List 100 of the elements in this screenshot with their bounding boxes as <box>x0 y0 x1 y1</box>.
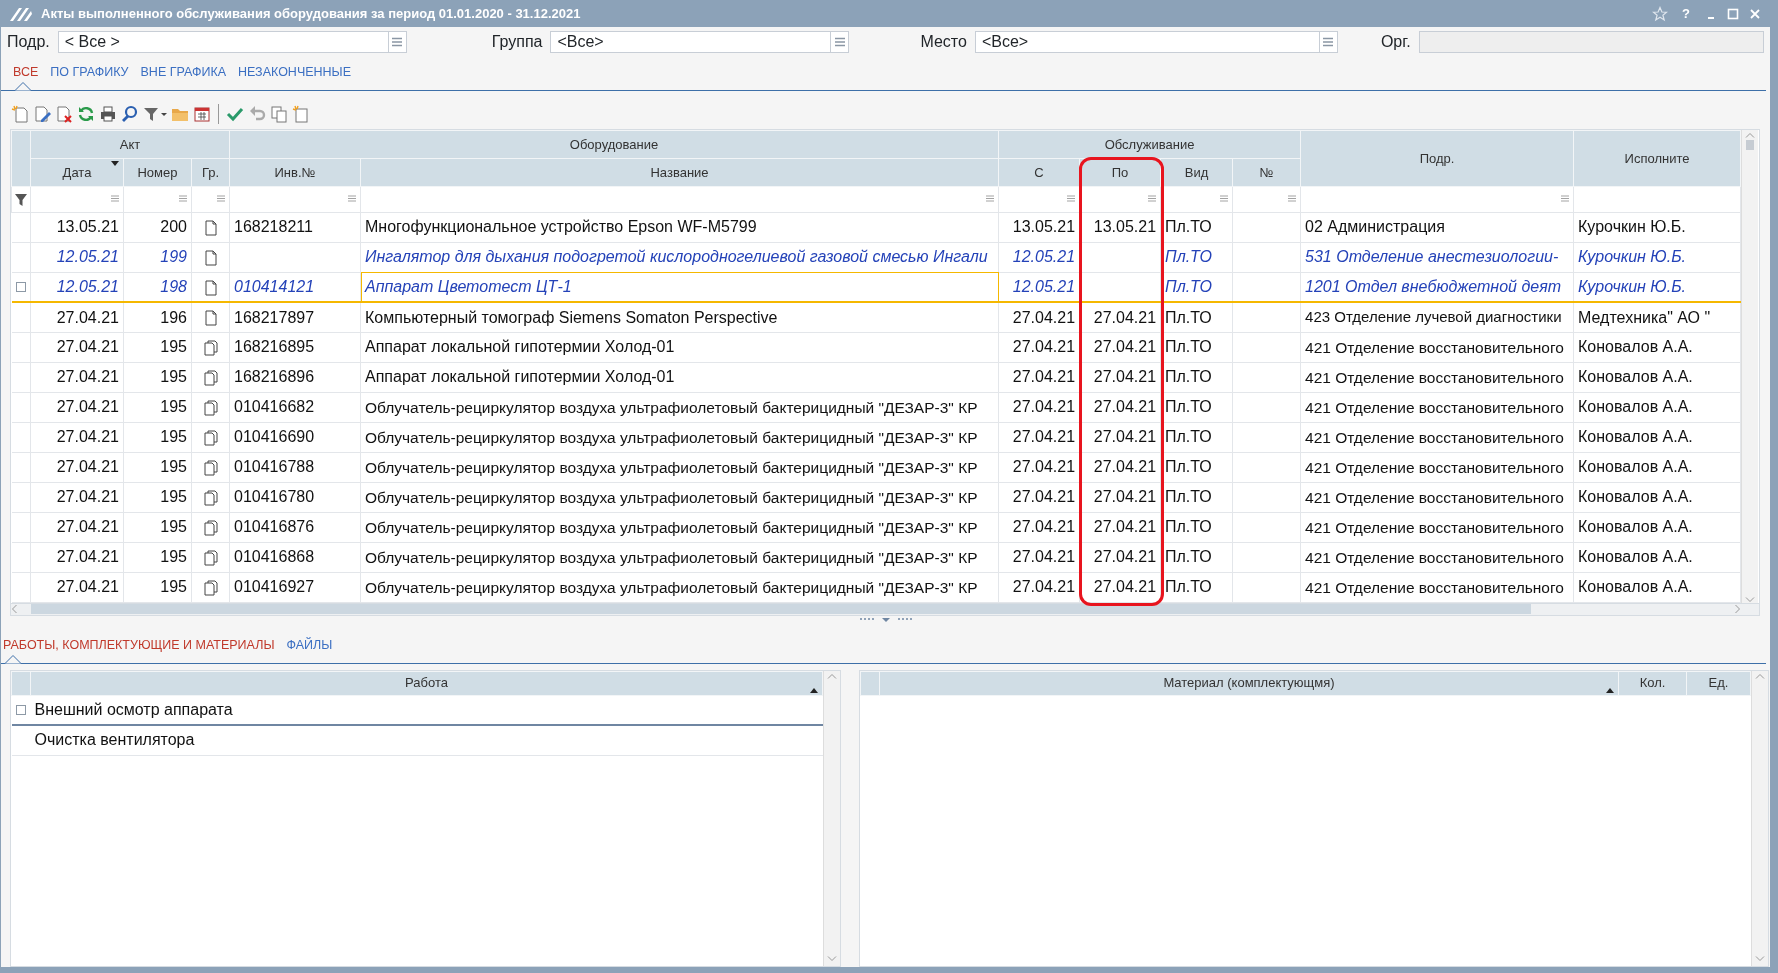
scroll-down-icon[interactable] <box>1745 596 1756 603</box>
filter-icon[interactable] <box>15 194 27 206</box>
tab[interactable]: ВНЕ ГРАФИКА <box>140 61 226 90</box>
edit-document-icon[interactable] <box>33 104 51 123</box>
column-menu-icon[interactable] <box>111 194 119 202</box>
tab[interactable]: ВСЕ <box>13 61 39 90</box>
calendar-icon[interactable] <box>193 104 211 123</box>
column-group-header: Обслуживание <box>998 130 1301 159</box>
close-icon[interactable] <box>1748 6 1762 21</box>
table-cell: 27.04.21 <box>30 332 124 363</box>
column-header[interactable]: Исполните <box>1573 130 1741 187</box>
column-header[interactable]: Работа <box>30 671 823 695</box>
scrollbar-thumb[interactable] <box>31 604 1531 615</box>
column-header[interactable]: С <box>998 158 1080 187</box>
column-header[interactable]: Дата <box>30 158 124 187</box>
table-cell: 421 Отделение восстановительного <box>1300 512 1574 543</box>
column-header[interactable]: Инв.№ <box>229 158 361 187</box>
search-icon[interactable] <box>121 104 139 123</box>
filter-field[interactable]: < Все > <box>57 31 407 53</box>
menu-icon[interactable] <box>833 37 846 47</box>
table-cell: 010414121 <box>229 272 361 303</box>
scroll-down-icon[interactable] <box>1755 956 1765 962</box>
scroll-up-icon[interactable] <box>1745 131 1756 138</box>
filter-field[interactable]: <Все> <box>550 31 850 53</box>
table-cell: 27.04.21 <box>30 452 124 483</box>
maximize-icon[interactable] <box>1726 6 1740 21</box>
table-cell: Пл.ТО <box>1160 542 1233 573</box>
scrollbar-thumb[interactable] <box>1746 139 1755 150</box>
menu-icon[interactable] <box>391 37 404 47</box>
table-cell: 421 Отделение восстановительного <box>1300 422 1574 453</box>
table-cell: 27.04.21 <box>30 362 124 393</box>
scroll-right-icon[interactable] <box>1735 604 1741 615</box>
column-menu-icon[interactable] <box>986 194 995 202</box>
column-menu-icon[interactable] <box>217 194 225 202</box>
table-cell: 010416788 <box>229 452 361 483</box>
table-cell: Ингалятор для дыхания подогретой кислородногелиевой газовой смесью Ингали <box>360 242 999 273</box>
column-menu-icon[interactable] <box>348 194 356 202</box>
logo-icon <box>9 5 33 22</box>
table-cell: 198 <box>123 272 192 303</box>
table-cell: Пл.ТО <box>1160 362 1233 393</box>
row-checkbox[interactable] <box>15 282 26 292</box>
column-menu-icon[interactable] <box>1220 194 1229 202</box>
table-cell: 27.04.21 <box>1079 512 1161 543</box>
table-cell: 199 <box>123 242 192 273</box>
column-menu-icon[interactable] <box>1561 194 1570 202</box>
table-cell: 195 <box>123 572 192 603</box>
table-cell: 12.05.21 <box>30 272 124 303</box>
column-header[interactable]: Название <box>360 158 999 187</box>
table-cell: 27.04.21 <box>30 422 124 453</box>
table-cell: Пл.ТО <box>1160 482 1233 513</box>
table-cell: 195 <box>123 362 192 393</box>
undo-icon[interactable] <box>248 104 266 123</box>
scroll-down-icon[interactable] <box>827 956 837 962</box>
table-cell: 27.04.21 <box>1079 332 1161 363</box>
refresh-icon[interactable] <box>77 104 95 123</box>
menu-icon[interactable] <box>1322 37 1335 47</box>
column-menu-icon[interactable] <box>179 194 187 202</box>
table-cell: 27.04.21 <box>1079 362 1161 393</box>
table-cell: 195 <box>123 392 192 423</box>
column-menu-icon[interactable] <box>1067 194 1076 202</box>
table-cell: 010416868 <box>229 542 361 573</box>
scroll-up-icon[interactable] <box>827 672 837 679</box>
table-cell: 421 Отделение восстановительного <box>1300 572 1574 603</box>
row-checkbox[interactable] <box>16 704 26 715</box>
scroll-left-icon[interactable] <box>11 604 17 615</box>
scroll-up-icon[interactable] <box>1755 672 1765 679</box>
column-header[interactable]: Кол. <box>1618 671 1687 695</box>
column-header[interactable]: Подр. <box>1300 130 1574 187</box>
table-cell: 421 Отделение восстановительного <box>1300 392 1574 423</box>
tab[interactable]: НЕЗАКОНЧЕННЫЕ <box>238 61 351 90</box>
new-document-icon[interactable] <box>11 104 29 123</box>
table-cell: 02 Администрация <box>1300 212 1574 243</box>
table-cell: 010416682 <box>229 392 361 423</box>
table-cell: 27.04.21 <box>1079 302 1161 333</box>
column-menu-icon[interactable] <box>1288 194 1297 202</box>
printer-icon[interactable] <box>99 104 117 123</box>
filter-field[interactable]: <Все> <box>974 31 1338 53</box>
table-cell: 27.04.21 <box>998 392 1080 423</box>
table-cell: Облучатель-рециркулятор воздуха ультрафиолетовый бактерицидный "ДЕЗАР-3" КР <box>360 482 999 513</box>
table-cell: Аппарат локальной гипотермии Холод-01 <box>360 362 999 393</box>
column-header[interactable]: Материал (комплектующмя) <box>879 671 1619 695</box>
star-icon[interactable] <box>1652 5 1669 22</box>
paste-new-icon[interactable] <box>292 104 310 123</box>
column-header[interactable]: № <box>1232 158 1301 187</box>
delete-document-icon[interactable] <box>55 104 73 123</box>
column-header[interactable]: Номер <box>123 158 192 187</box>
table-cell: Облучатель-рециркулятор воздуха ультрафиолетовый бактерицидный "ДЕЗАР-3" КР <box>360 512 999 543</box>
column-header[interactable]: Ед. <box>1686 671 1751 695</box>
column-menu-icon[interactable] <box>1148 194 1157 202</box>
tab[interactable]: ФАЙЛЫ <box>286 633 333 663</box>
table-cell: 27.04.21 <box>1079 422 1161 453</box>
tab[interactable]: ПО ГРАФИКУ <box>50 61 129 90</box>
copy-icon[interactable] <box>270 104 288 123</box>
table-cell: 010416927 <box>229 572 361 603</box>
table-cell: 27.04.21 <box>1079 482 1161 513</box>
table-cell: Пл.ТО <box>1160 332 1233 363</box>
tab[interactable]: РАБОТЫ, КОМПЛЕКТУЮЩИЕ И МАТЕРИАЛЫ <box>3 633 275 663</box>
table-cell: 12.05.21 <box>998 272 1080 303</box>
table-cell: Коновалов А.А. <box>1573 482 1741 513</box>
table-cell: Очистка вентилятора <box>30 725 823 755</box>
